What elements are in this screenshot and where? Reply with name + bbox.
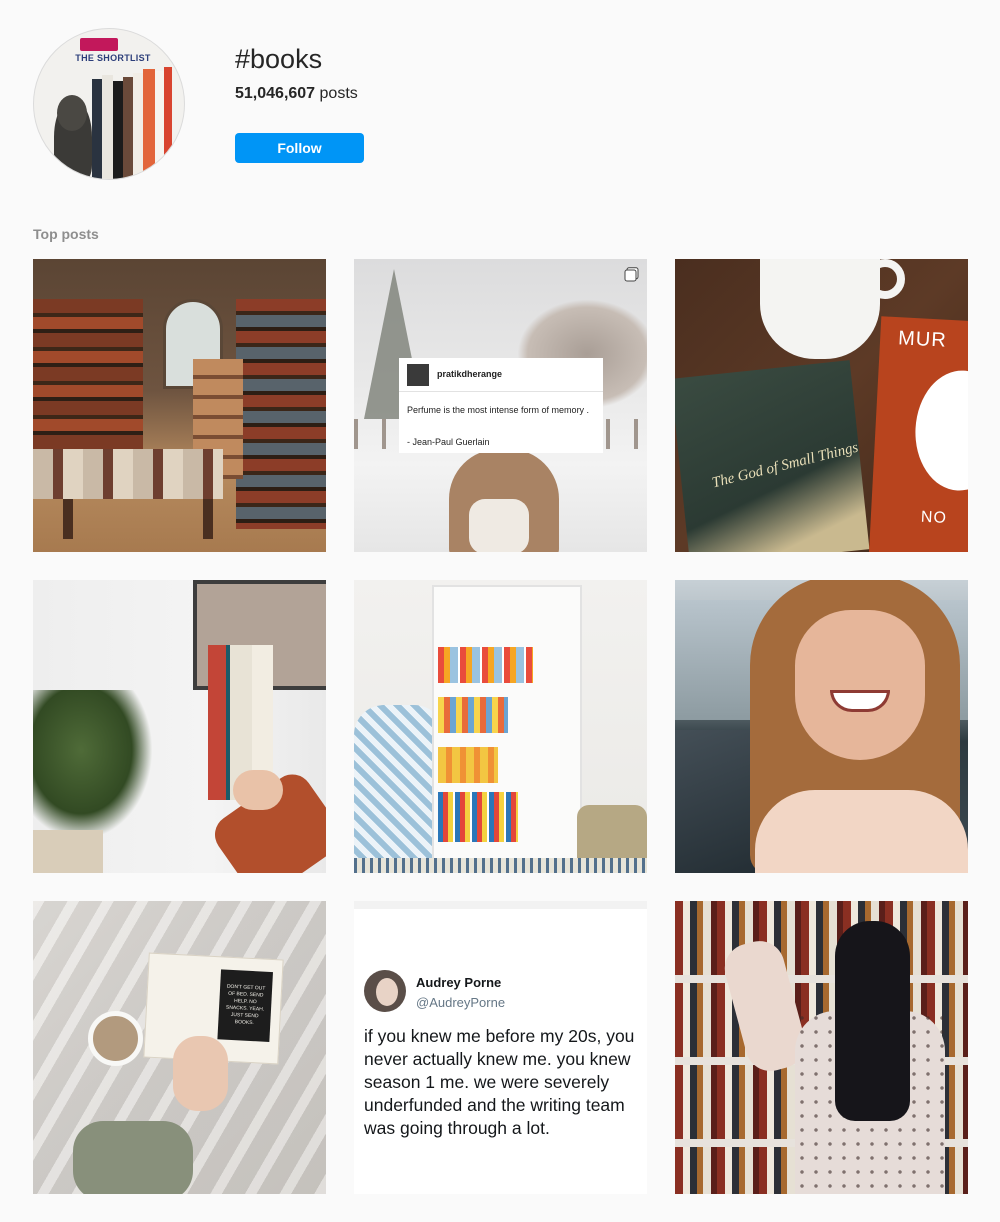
avatar-banner <box>80 38 118 51</box>
post-tile[interactable] <box>675 580 968 873</box>
avatar-book <box>123 77 133 179</box>
post-image-shelf <box>236 299 326 529</box>
quote-card-avatar <box>407 364 429 386</box>
avatar-book <box>164 67 172 179</box>
post-image-shirt <box>755 790 968 873</box>
bookcase-row <box>438 792 518 842</box>
bookcase-row <box>438 747 498 783</box>
avatar-book <box>92 79 102 179</box>
bookcase-row <box>438 697 508 733</box>
post-tile[interactable] <box>675 901 968 1194</box>
multiple-posts-icon <box>624 267 639 282</box>
post-image-pot <box>33 830 103 873</box>
hashtag-title: #books <box>235 44 323 74</box>
tweet-author-handle: @AudreyPorne <box>416 995 506 1010</box>
tweet-text: if you knew me before my 20s, you never … <box>364 1026 635 1138</box>
post-image-chair <box>354 705 444 870</box>
post-image-bag <box>469 499 529 552</box>
post-image-book: MUR NO <box>868 316 968 552</box>
tweet-avatar <box>364 970 406 1012</box>
avatar-title: THE SHORTLIST <box>75 53 151 63</box>
book-cover-title: MUR <box>897 327 948 352</box>
quote-card: pratikdherange Perfume is the most inten… <box>399 358 603 453</box>
avatar-book <box>113 81 123 179</box>
post-image-rug <box>354 858 647 873</box>
post-tile[interactable]: DON'T GET OUT OF BED. SEND HELP. NO SNAC… <box>33 901 326 1194</box>
tweet-author-name: Audrey Porne <box>416 975 502 990</box>
post-image-hand <box>173 1036 228 1111</box>
book-cover-title: The God of Small Things <box>710 439 860 492</box>
post-image-cup <box>760 259 880 359</box>
post-count: 51,046,607 posts <box>235 85 358 103</box>
post-count-number: 51,046,607 <box>235 85 316 102</box>
post-tile[interactable] <box>33 259 326 552</box>
post-image-face <box>795 610 925 760</box>
avatar-book <box>143 69 155 179</box>
avatar-book <box>133 73 143 179</box>
post-tile[interactable]: Audrey Porne @AudreyPorne if you knew me… <box>354 901 647 1194</box>
bookcase-row <box>438 647 533 683</box>
post-image-cup <box>88 1011 143 1066</box>
post-image-table-leg <box>203 499 213 539</box>
post-image-book: The God of Small Things <box>675 360 870 552</box>
post-count-suffix: posts <box>315 85 358 102</box>
hashtag-avatar: THE SHORTLIST <box>33 28 185 180</box>
post-tile[interactable]: The God of Small Things MUR NO <box>675 259 968 552</box>
post-tile[interactable] <box>33 580 326 873</box>
book-insert-card: DON'T GET OUT OF BED. SEND HELP. NO SNAC… <box>217 969 273 1042</box>
post-image-plant <box>33 690 153 840</box>
top-posts-label: Top posts <box>33 226 99 242</box>
avatar-book <box>155 71 164 179</box>
avatar-book <box>102 75 113 179</box>
post-image-hand <box>233 770 283 810</box>
post-image-table-leg <box>63 499 73 539</box>
tweet-top-strip <box>354 901 647 909</box>
post-image-sleeve <box>73 1121 193 1194</box>
follow-button[interactable]: Follow <box>235 133 364 163</box>
quote-card-username: pratikdherange <box>437 369 503 379</box>
post-image-bookcase <box>432 585 582 865</box>
top-posts-grid: pratikdherange Perfume is the most inten… <box>33 259 968 1194</box>
book-cover-author: NO <box>920 508 948 527</box>
quote-card-author: - Jean-Paul Guerlain <box>407 437 490 447</box>
post-tile[interactable]: pratikdherange Perfume is the most inten… <box>354 259 647 552</box>
avatar-bust-head <box>57 95 87 131</box>
post-tile[interactable] <box>354 580 647 873</box>
post-image-cup-handle <box>865 259 905 299</box>
post-image-table <box>33 449 223 499</box>
post-image-hair <box>835 921 910 1121</box>
book-insert-text: DON'T GET OUT OF BED. SEND HELP. NO SNAC… <box>225 983 266 1027</box>
book-cover-circle <box>912 368 968 493</box>
quote-card-text: Perfume is the most intense form of memo… <box>407 405 590 415</box>
quote-card-divider <box>399 391 603 392</box>
